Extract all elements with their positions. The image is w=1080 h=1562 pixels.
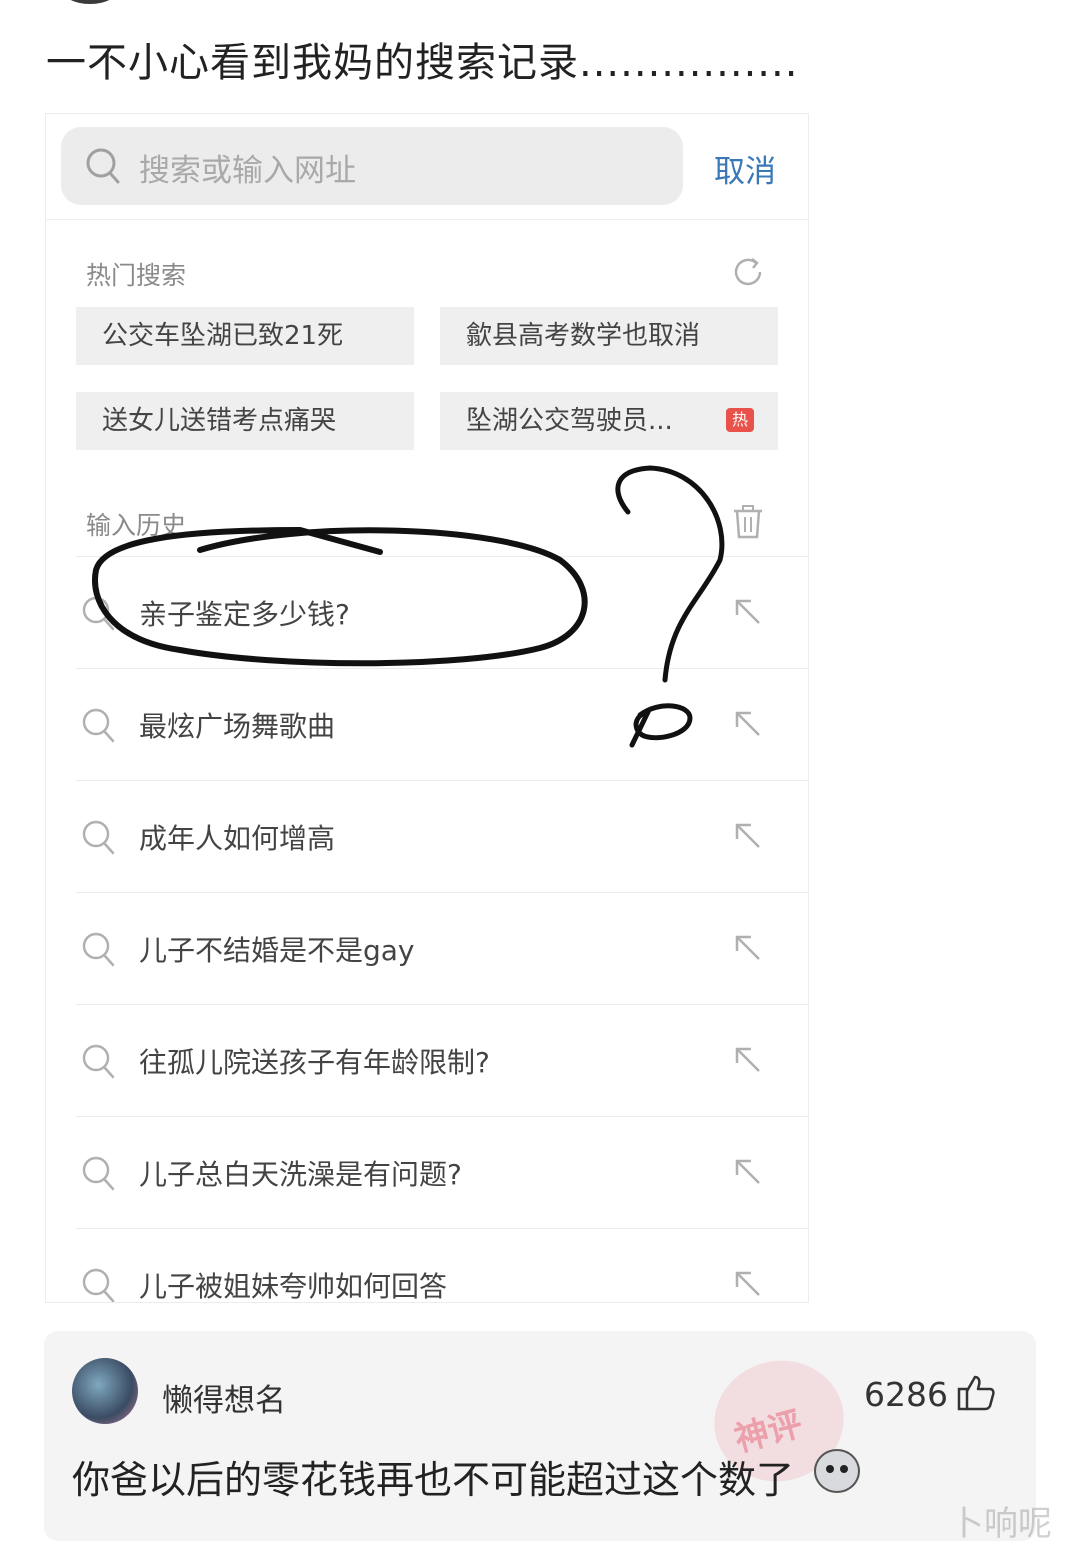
arrow-up-left-icon[interactable] [733,1045,763,1079]
like-count: 6286 [864,1375,948,1414]
arrow-up-left-icon[interactable] [733,1157,763,1191]
history-item-text: 最炫广场舞歌曲 [139,710,336,743]
comment-card: 懒得想名 神评 6286 你爸以后的零花钱再也不可能超过这个数了 [44,1331,1036,1541]
hot-search-item-label: 歙县高考数学也取消 [466,321,701,351]
search-icon [81,1155,117,1197]
history-item-text: 成年人如何增高 [139,822,336,855]
history-item-text: 往孤儿院送孩子有年龄限制? [139,1046,490,1079]
search-icon [85,147,121,189]
search-icon [81,707,117,749]
search-input[interactable]: 搜索或输入网址 [61,127,683,205]
search-placeholder: 搜索或输入网址 [139,153,356,189]
arrow-up-left-icon[interactable] [733,821,763,855]
divider [46,219,808,220]
history-item[interactable]: 儿子被姐妹夸帅如何回答 [76,1228,808,1303]
search-icon [81,1267,117,1302]
search-icon [81,931,117,973]
refresh-icon[interactable] [730,254,766,294]
avatar[interactable] [72,1358,138,1424]
post-title: 一不小心看到我妈的搜索记录................ [46,40,799,86]
search-icon [81,595,117,637]
history-item-text: 儿子不结婚是不是gay [139,934,415,967]
husky-emoji-icon [814,1449,860,1493]
history-item[interactable]: 亲子鉴定多少钱? [76,556,808,669]
hot-search-item-label: 公交车坠湖已致21死 [102,321,344,351]
hot-search-item[interactable]: 坠湖公交驾驶员... 热 [440,392,778,450]
search-icon [81,1043,117,1085]
hot-search-item[interactable]: 公交车坠湖已致21死 [76,307,414,365]
hot-search-item[interactable]: 歙县高考数学也取消 [440,307,778,365]
hot-badge: 热 [726,408,754,432]
hot-search-item[interactable]: 送女儿送错考点痛哭 [76,392,414,450]
history-item[interactable]: 成年人如何增高 [76,780,808,893]
history-item[interactable]: 儿子不结婚是不是gay [76,892,808,1005]
poster-avatar[interactable] [60,0,120,4]
history-item-text: 亲子鉴定多少钱? [139,598,350,631]
arrow-up-left-icon[interactable] [733,933,763,967]
browser-screenshot: 搜索或输入网址 取消 热门搜索 公交车坠湖已致21死 歙县高考数学也取消 送女儿… [45,113,809,1303]
cancel-button[interactable]: 取消 [714,146,776,191]
hot-search-item-label: 坠湖公交驾驶员... [466,406,673,436]
arrow-up-left-icon[interactable] [733,1269,763,1302]
arrow-up-left-icon[interactable] [733,597,763,631]
history-item[interactable]: 往孤儿院送孩子有年龄限制? [76,1004,808,1117]
comment-username[interactable]: 懒得想名 [162,1375,286,1420]
trash-icon[interactable] [732,504,764,544]
history-item-text: 儿子被姐妹夸帅如何回答 [139,1270,448,1303]
hot-search-item-label: 送女儿送错考点痛哭 [102,406,337,436]
watermark: 卜响呢 [950,1504,1052,1544]
search-icon [81,819,117,861]
thumbs-up-icon[interactable] [956,1373,996,1417]
history-item-text: 儿子总白天洗澡是有问题? [139,1158,462,1191]
hot-search-label: 热门搜索 [86,261,187,290]
arrow-up-left-icon[interactable] [733,709,763,743]
history-item[interactable]: 最炫广场舞歌曲 [76,668,808,781]
history-item[interactable]: 儿子总白天洗澡是有问题? [76,1116,808,1229]
history-label: 输入历史 [86,511,187,540]
comment-text: 你爸以后的零花钱再也不可能超过这个数了 [72,1458,795,1502]
